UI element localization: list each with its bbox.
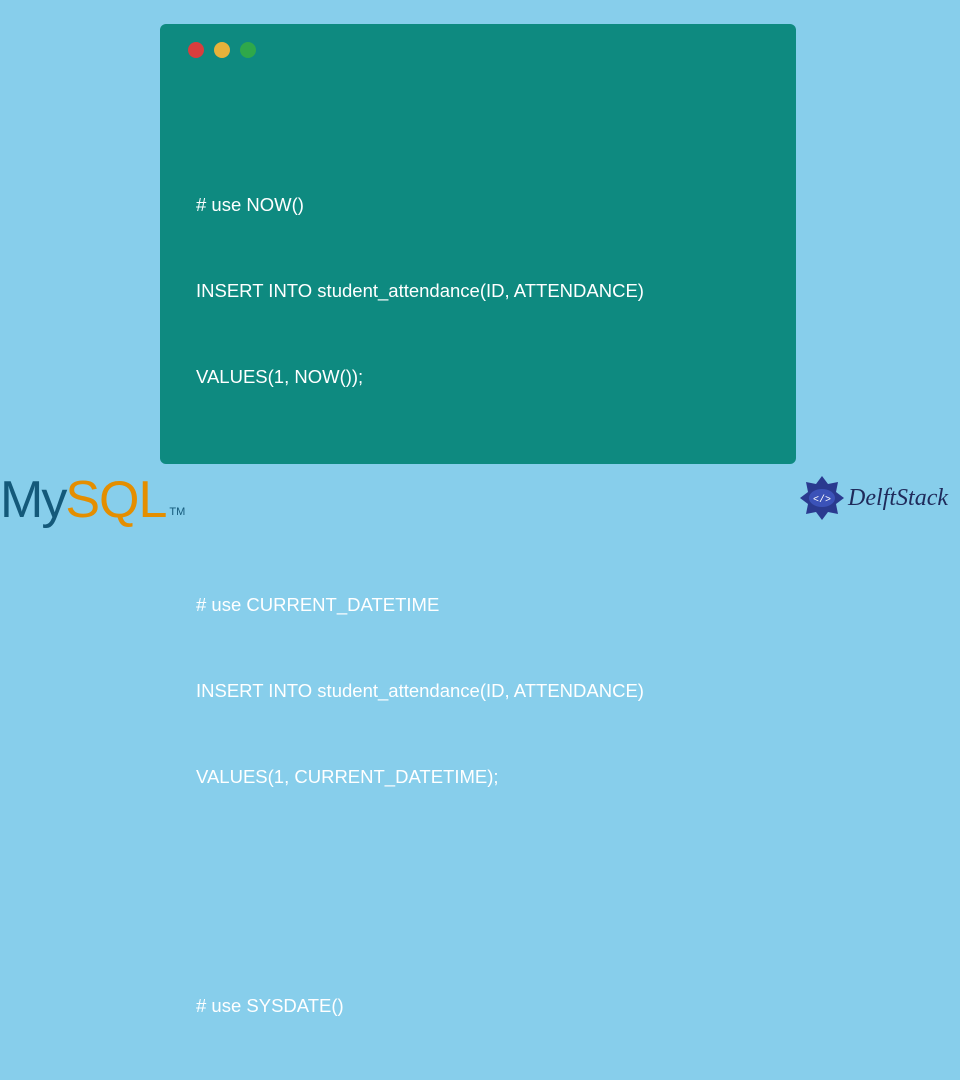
delftstack-badge-icon: </>	[798, 474, 846, 522]
code-block: # use NOW() INSERT INTO student_attendan…	[196, 133, 768, 448]
svg-text:</>: </>	[813, 494, 831, 506]
code-line: # use NOW()	[196, 191, 768, 220]
mysql-my-text: My	[0, 470, 65, 530]
code-line: INSERT INTO student_attendance(ID, ATTEN…	[196, 1078, 768, 1080]
code-line: VALUES(1, CURRENT_DATETIME);	[196, 763, 768, 792]
code-block: # use SYSDATE() INSERT INTO student_atte…	[196, 935, 768, 1080]
code-window: # use NOW() INSERT INTO student_attendan…	[160, 24, 796, 464]
delftstack-logo: </> DelftStack	[798, 474, 948, 522]
code-line: # use SYSDATE()	[196, 992, 768, 1021]
code-line: # use CURRENT_DATETIME	[196, 591, 768, 620]
close-icon	[188, 42, 204, 58]
minimize-icon	[214, 42, 230, 58]
code-line: INSERT INTO student_attendance(ID, ATTEN…	[196, 277, 768, 306]
mysql-tm-text: TM	[169, 506, 185, 518]
code-line: INSERT INTO student_attendance(ID, ATTEN…	[196, 677, 768, 706]
window-controls	[188, 42, 768, 58]
mysql-sql-text: SQL	[65, 470, 166, 530]
code-block: # use CURRENT_DATETIME INSERT INTO stude…	[196, 534, 768, 849]
delftstack-text: DelftStack	[848, 485, 948, 512]
maximize-icon	[240, 42, 256, 58]
mysql-logo: MySQLTM	[0, 470, 185, 530]
code-body: # use NOW() INSERT INTO student_attendan…	[188, 76, 768, 1080]
code-line: VALUES(1, NOW());	[196, 363, 768, 392]
